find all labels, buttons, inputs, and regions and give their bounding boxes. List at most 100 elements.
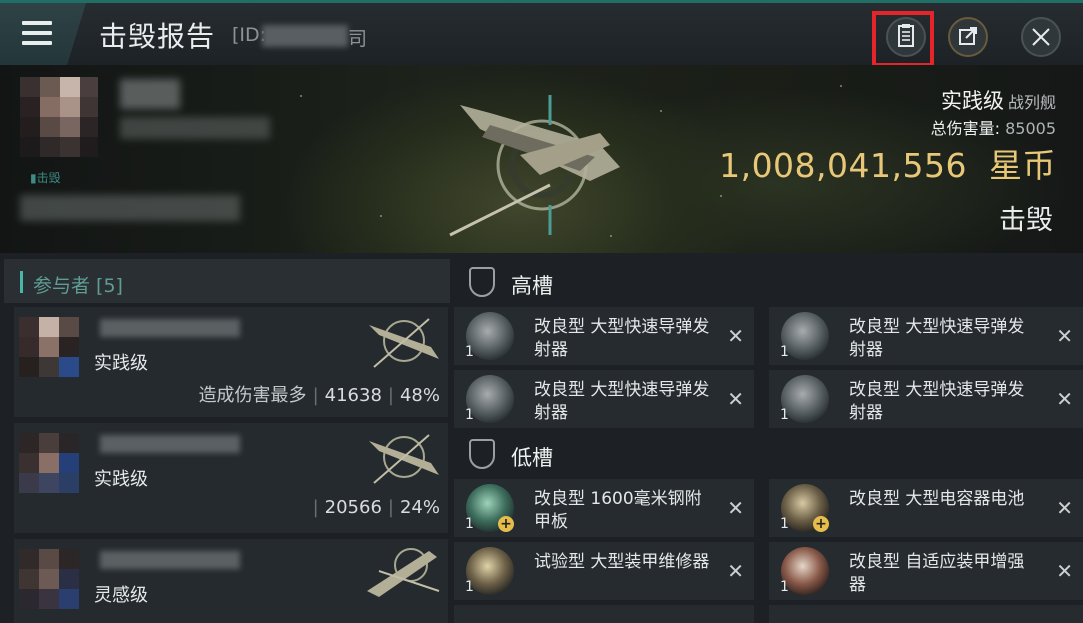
low-slot-header: 低槽 [452,431,1083,479]
participant-damage: 20566 [324,497,382,518]
remove-icon[interactable]: ✕ [727,559,744,583]
victim-name-redacted [120,79,180,109]
module-name: 改良型 自适应装甲增强器 [849,552,1025,595]
module-item[interactable]: 1 试验型 大型装甲维修器 ✕ [454,542,754,600]
total-damage-label: 总伤害量: [930,119,1000,138]
isk-value: 1,008,041,556 星币 [719,139,1056,187]
menu-icon-line [22,41,52,45]
victim-ship-class: 实践级 战列舰 [941,85,1056,115]
participant-avatar[interactable] [19,549,81,611]
participants-header: 参与者 [5] [4,259,450,303]
close-button[interactable] [1021,17,1061,57]
total-damage-value: 85005 [1005,119,1056,138]
hamburger-menu-button[interactable] [0,3,86,65]
high-slot-header: 高槽 [452,259,1083,307]
module-qty: 1 [780,579,789,595]
module-name: 改良型 大型快速导弹发射器 [849,317,1025,360]
participant-ship-icon [367,548,440,597]
report-id-prefix: [ID: [232,24,267,46]
participants-panel: 参与者 [5] 实践级 造成伤害最多 | 41638 | 48% 实践级 | 2… [0,253,452,623]
participant-name-redacted [100,319,240,337]
plus-icon: + [813,516,829,532]
report-id-redacted [262,25,348,47]
module-item[interactable]: 1 改良型 自适应装甲增强器 ✕ [769,542,1083,600]
menu-icon-line [22,31,52,35]
participant-row[interactable]: 实践级 | 20566 | 24% [14,423,448,533]
remove-icon[interactable]: ✕ [727,387,744,411]
total-damage: 总伤害量: 85005 [931,115,1056,139]
module-item[interactable]: 1 改良型 大型快速导弹发射器 ✕ [454,307,754,365]
top-damage-label: 造成伤害最多 [198,385,307,406]
participant-row[interactable]: 实践级 造成伤害最多 | 41638 | 48% [14,307,448,417]
share-icon [959,27,977,45]
isk-amount: 1,008,041,556 [719,146,968,185]
participant-ship-class: 实践级 [94,353,148,374]
module-item[interactable]: 1 + 改良型 1600毫米钢附甲板 ✕ [454,479,754,537]
module-qty: 1 [465,579,474,595]
module-qty: 1 [780,516,789,532]
participant-name-redacted [100,551,240,569]
module-name: 改良型 大型快速导弹发射器 [534,380,710,423]
participant-avatar[interactable] [19,317,81,379]
participant-ship-icon [369,318,439,368]
ship-type: 战列舰 [1007,93,1056,112]
module-name: 改良型 大型电容器电池 [849,489,1025,509]
module-name: 改良型 1600毫米钢附甲板 [534,489,702,532]
low-slot-label: 低槽 [511,446,553,470]
module-qty: 1 [780,407,789,423]
close-icon [1032,28,1050,46]
menu-icon [22,21,52,25]
kill-status: 击毁 [999,205,1053,236]
module-qty: 1 [465,344,474,360]
participant-stats: 造成伤害最多 | 41638 | 48% [198,385,440,406]
participant-percent: 48% [399,385,440,406]
plus-icon: + [498,516,514,532]
ship-class-name: 实践级 [940,89,1004,113]
participant-percent: 24% [399,497,440,518]
participant-ship-icon [369,434,439,484]
isk-unit: 星币 [989,146,1056,185]
remove-icon[interactable]: ✕ [1056,324,1073,348]
high-slot-icon [469,267,495,297]
header-accent-bar [20,271,23,293]
participant-ship-class: 实践级 [94,469,148,490]
report-id-suffix: 司 [348,28,368,50]
module-item[interactable] [454,605,754,623]
victim-alliance-redacted [20,195,240,221]
participant-name-redacted [100,435,240,453]
remove-icon[interactable]: ✕ [1056,496,1073,520]
remove-icon[interactable]: ✕ [1056,387,1073,411]
low-slot-icon [469,439,495,469]
participant-ship-class: 灵感级 [94,585,148,606]
module-item[interactable]: 1 改良型 大型快速导弹发射器 ✕ [769,307,1083,365]
module-item[interactable]: 1 + 改良型 大型电容器电池 ✕ [769,479,1083,537]
top-bar: 击毁报告 [ID: 司 [0,0,1083,67]
participant-damage: 41638 [324,385,382,406]
module-qty: 1 [780,344,789,360]
participant-stats: | 20566 | 24% [312,497,440,518]
fitting-panel: 高槽 1 改良型 大型快速导弹发射器 ✕ 1 改良型 大型快速导弹发射器 ✕ 1… [452,253,1083,623]
participant-row[interactable]: 灵感级 [14,539,448,623]
remove-icon[interactable]: ✕ [1056,559,1073,583]
page-title: 击毁报告 [99,20,216,53]
module-name: 试验型 大型装甲维修器 [534,552,710,572]
share-button[interactable] [948,17,988,57]
participants-title: 参与者 [5] [33,275,123,297]
module-name: 改良型 大型快速导弹发射器 [534,317,710,360]
module-item[interactable]: 1 改良型 大型快速导弹发射器 ✕ [769,370,1083,428]
module-item[interactable]: 1 改良型 大型快速导弹发射器 ✕ [454,370,754,428]
victim-avatar[interactable] [20,77,98,159]
participant-avatar[interactable] [19,433,81,495]
highlight-box [872,11,934,67]
victim-banner: ▮击毁 实践级 战列舰 总伤害量: 85005 1,008,041,556 星币 … [0,65,1083,253]
high-slot-label: 高槽 [511,274,553,298]
victim-status-tag: ▮击毁 [30,171,61,185]
module-qty: 1 [465,516,474,532]
module-name: 改良型 大型快速导弹发射器 [849,380,1025,423]
remove-icon[interactable]: ✕ [727,496,744,520]
victim-ship-image[interactable] [420,85,660,245]
module-item[interactable] [769,605,1083,623]
victim-corp-redacted [120,117,270,139]
module-qty: 1 [465,407,474,423]
remove-icon[interactable]: ✕ [727,324,744,348]
